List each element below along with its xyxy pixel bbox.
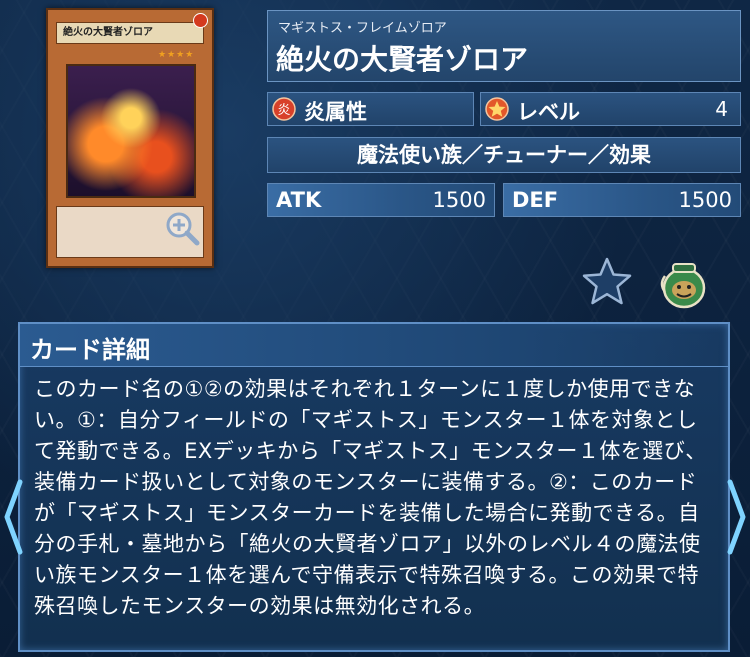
pot-of-greed-icon[interactable] [657, 258, 709, 310]
def-box: DEF 1500 [503, 183, 741, 217]
fire-attribute-icon: 炎 [272, 97, 296, 121]
card-detail-title: カード詳細 [30, 336, 150, 364]
monster-type-line: 魔法使い族／チューナー／効果 [267, 137, 741, 173]
zoom-in-icon[interactable] [164, 210, 200, 246]
chevron-left-icon[interactable] [2, 478, 24, 556]
card-thumbnail-level-stars: ★★★★ [158, 50, 195, 60]
def-label: DEF [512, 188, 559, 212]
star-icon[interactable] [581, 256, 633, 308]
card-artwork [66, 64, 196, 198]
card-thumbnail[interactable]: 絶火の大賢者ゾロア ★★★★ [46, 8, 214, 268]
atk-box: ATK 1500 [267, 183, 495, 217]
attribute-box: 炎 炎属性 [267, 92, 474, 126]
svg-text:炎: 炎 [277, 103, 290, 118]
card-ruby: マギストス・フレイムゾロア [278, 21, 447, 36]
def-value: 1500 [678, 188, 732, 212]
attribute-label: 炎属性 [304, 100, 367, 124]
atk-label: ATK [276, 188, 322, 212]
level-star-icon [485, 97, 509, 121]
card-thumbnail-name: 絶火の大賢者ゾロア [56, 22, 204, 44]
card-thumbnail-attribute-icon [193, 13, 208, 28]
chevron-right-icon[interactable] [726, 478, 748, 556]
card-name: 絶火の大賢者ゾロア [276, 43, 529, 76]
level-box: レベル 4 [480, 92, 741, 126]
atk-value: 1500 [432, 188, 486, 212]
card-detail-panel[interactable]: カード詳細 このカード名の①②の効果はそれぞれ１ターンに１度しか使用できない。①… [18, 322, 730, 652]
card-detail-header: カード詳細 [20, 324, 728, 367]
card-name-panel: マギストス・フレイムゾロア 絶火の大賢者ゾロア [267, 10, 741, 82]
card-effect-text: このカード名の①②の効果はそれぞれ１ターンに１度しか使用できない。①：自分フィー… [34, 377, 707, 618]
level-value: 4 [715, 97, 728, 121]
level-label: レベル [517, 100, 580, 124]
